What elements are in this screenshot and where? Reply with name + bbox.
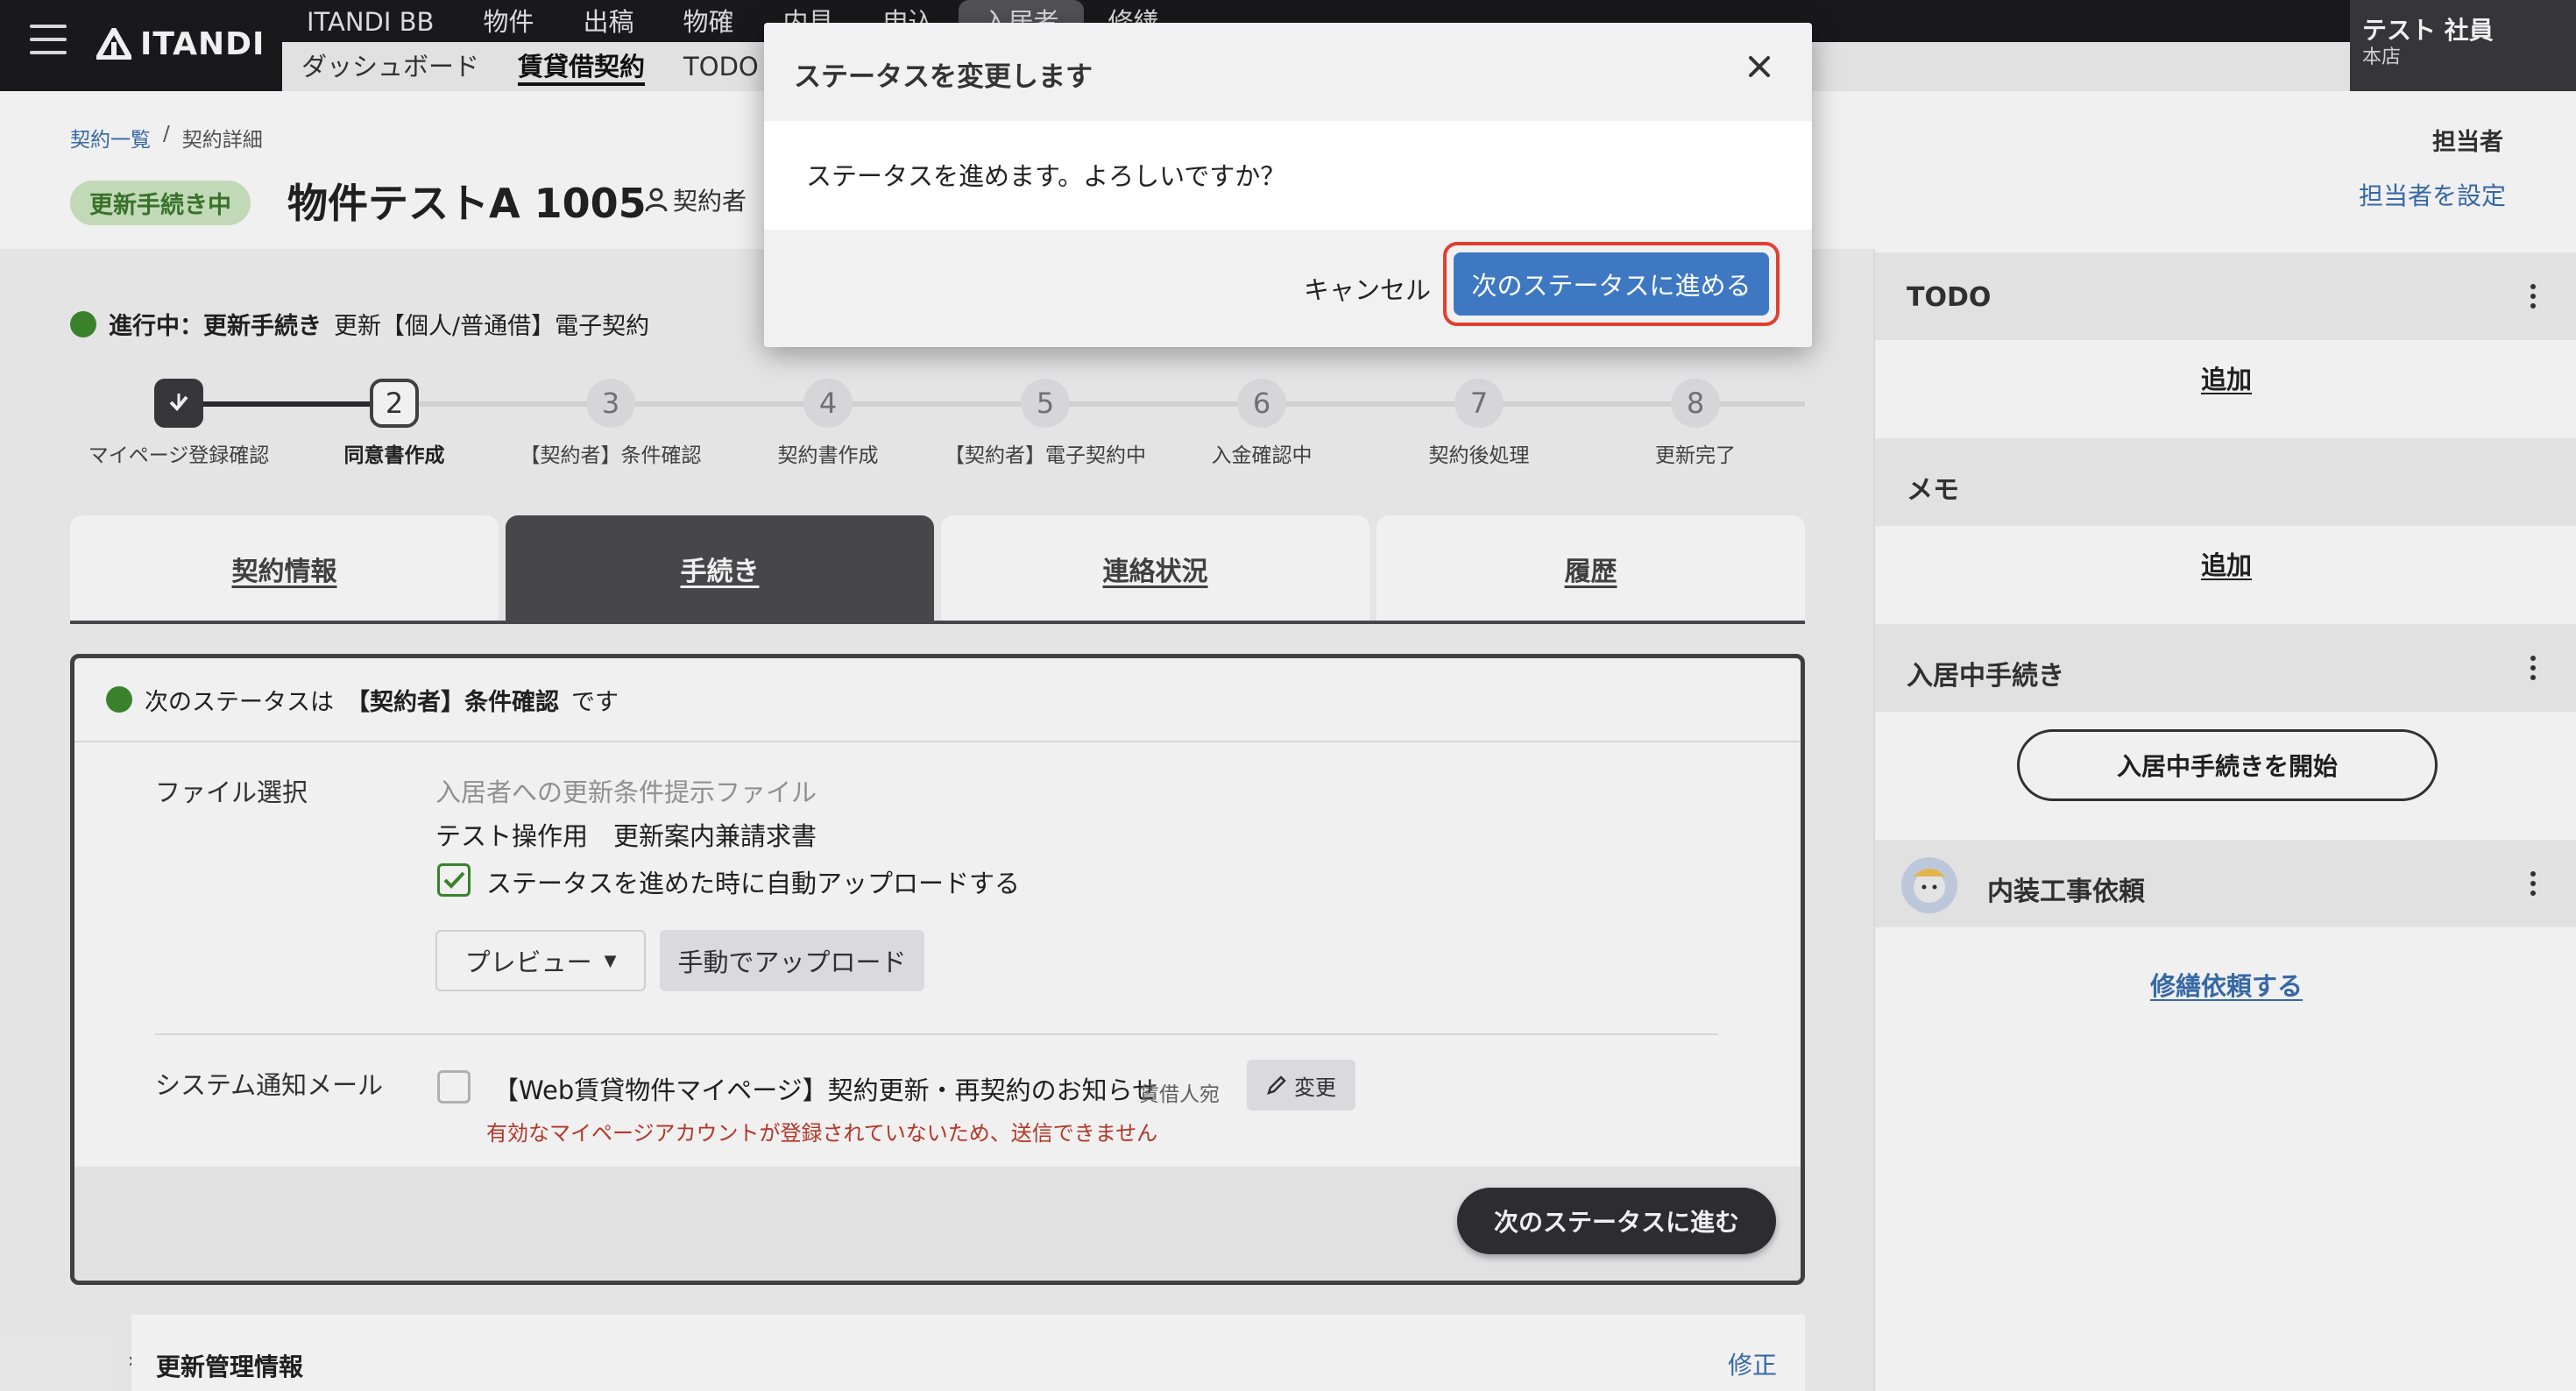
modal-body: ステータスを進めます。よろしいですか？ <box>764 121 1812 230</box>
change-status-modal: ステータスを変更します ステータスを進めます。よろしいですか？ キャンセル 次の… <box>764 23 1812 347</box>
modal-footer: キャンセル 次のステータスに進める <box>764 230 1812 347</box>
modal-message: ステータスを進めます。よろしいですか？ <box>806 161 1286 191</box>
confirm-advance-button[interactable]: 次のステータスに進める <box>1454 252 1769 316</box>
modal-title: ステータスを変更します <box>794 61 1093 93</box>
highlight-outline: 次のステータスに進める <box>1443 242 1780 326</box>
close-icon[interactable] <box>1742 49 1777 84</box>
modal-header: ステータスを変更します <box>764 23 1812 121</box>
cancel-button[interactable]: キャンセル <box>1292 261 1443 316</box>
